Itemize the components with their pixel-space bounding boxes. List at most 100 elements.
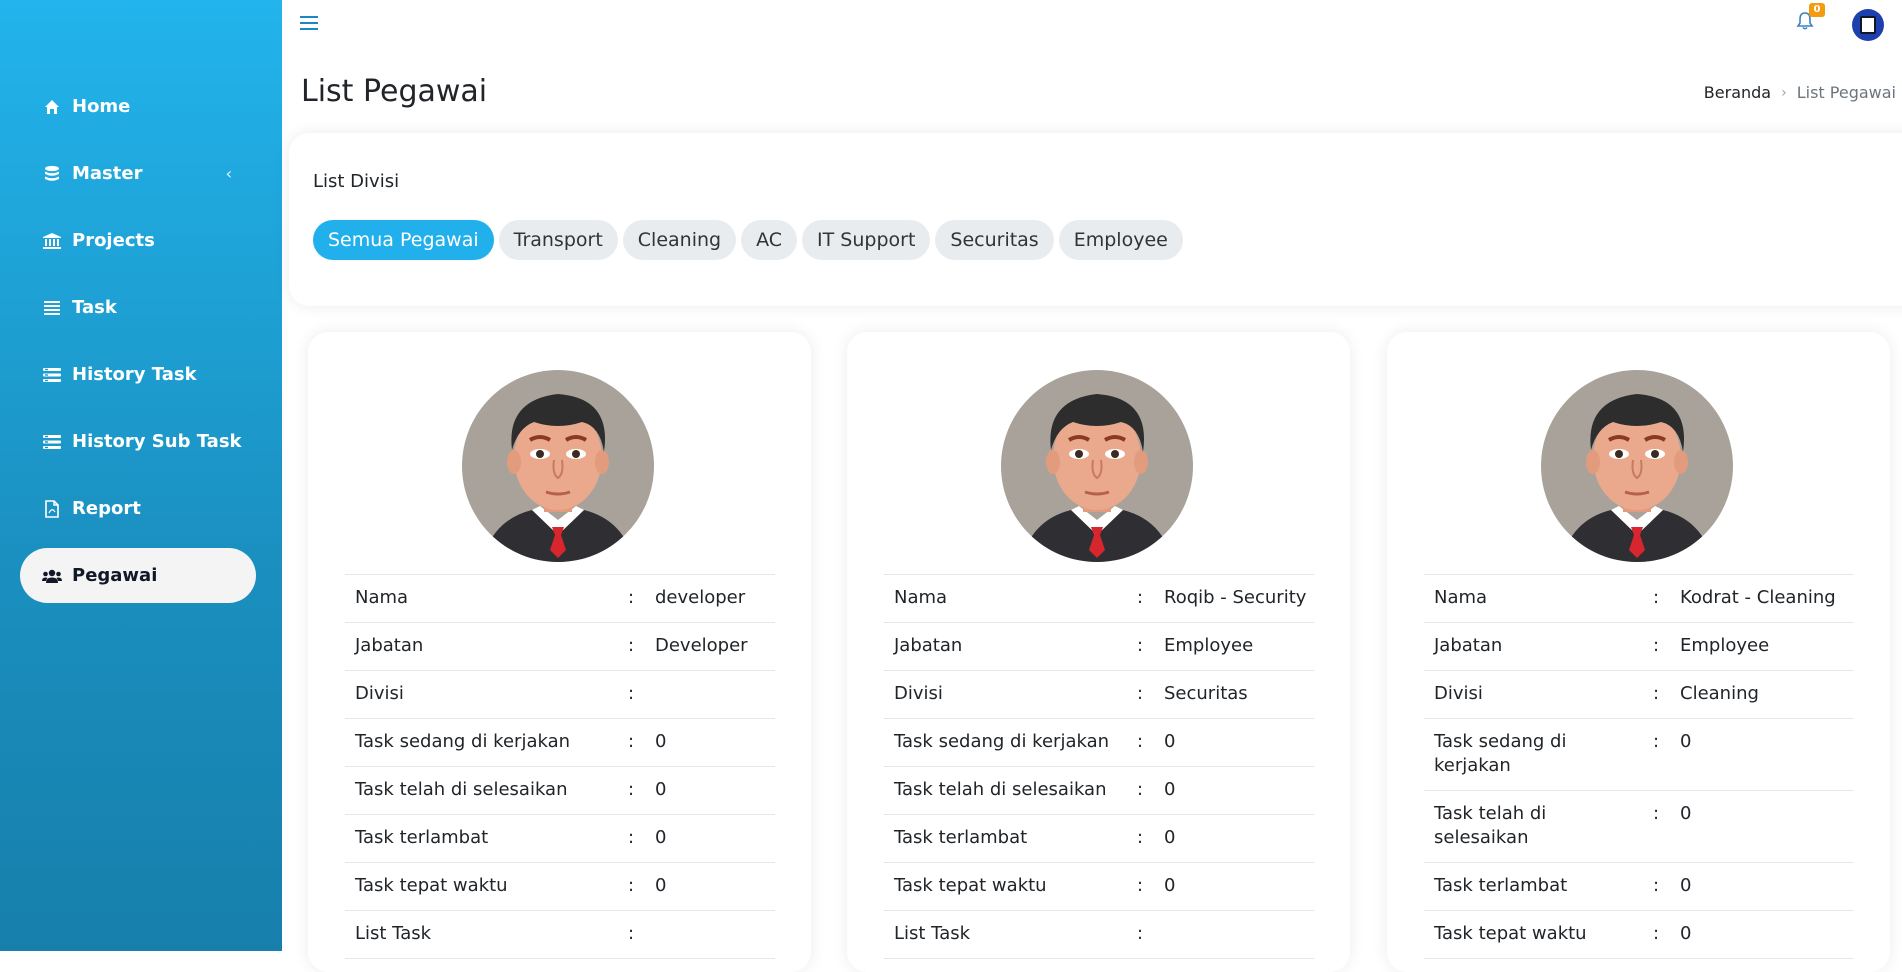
employee-card: Nama: Roqib - Security Jabatan: Employee Div…: [847, 332, 1350, 972]
employee-info-row: Task telah di selesaikan:0: [1424, 791, 1854, 863]
row-label: List Task: [894, 923, 971, 944]
history-list-icon: [42, 365, 62, 385]
sidebar-item-projects[interactable]: Projects: [20, 213, 256, 268]
row-separator: :: [627, 731, 635, 752]
row-label: Task tepat waktu: [894, 875, 1047, 896]
employee-info-row: Task telah di selesaikan:0: [345, 767, 775, 815]
row-label: Divisi: [1434, 683, 1483, 704]
row-value: 0: [1680, 803, 1692, 824]
employee-info-row: Task terlambat:0: [1424, 863, 1854, 911]
row-label: Divisi: [894, 683, 943, 704]
employee-info-row: Nama: Kodrat - Cleaning: [1424, 575, 1854, 623]
row-separator: :: [1652, 803, 1660, 824]
row-label: Jabatan: [894, 635, 963, 656]
database-icon: [42, 164, 62, 184]
row-label: Jabatan: [1434, 635, 1503, 656]
employee-info-row: List Task:: [884, 911, 1314, 959]
tab-ac[interactable]: AC: [741, 220, 798, 260]
row-separator: :: [1652, 731, 1660, 752]
employee-info-row: List Task:: [345, 911, 775, 959]
users-icon: [42, 566, 62, 586]
breadcrumb: Beranda › List Pegawai: [1704, 83, 1896, 102]
sidebar-item-label: Master: [72, 163, 143, 184]
row-label: Nama: [355, 587, 409, 608]
breadcrumb-home-link[interactable]: Beranda: [1704, 83, 1771, 102]
row-separator: :: [1136, 923, 1144, 944]
row-separator: :: [1652, 683, 1660, 704]
sidebar-item-task[interactable]: Task: [20, 280, 256, 335]
sidebar-item-label: Projects: [72, 230, 155, 251]
row-separator: :: [1136, 683, 1144, 704]
employee-info-row: Task sedang di kerjakan:0: [345, 719, 775, 767]
divisi-card: List Divisi Semua Pegawai Transport Clea…: [289, 133, 1902, 306]
row-separator: :: [1136, 827, 1144, 848]
employee-info-row: Divisi:: [345, 671, 775, 719]
row-value: Roqib - Security: [1164, 587, 1307, 608]
employee-info-table: Nama: Roqib - Security Jabatan: Employee Div…: [884, 574, 1314, 959]
row-value: 0: [1680, 923, 1692, 944]
row-separator: :: [627, 923, 635, 944]
row-value: 0: [1680, 731, 1692, 752]
row-separator: :: [1652, 923, 1660, 944]
chevron-left-icon: ‹: [225, 164, 232, 183]
sidebar-item-history-task[interactable]: History Task: [20, 347, 256, 402]
user-avatar[interactable]: [1852, 9, 1884, 41]
breadcrumb-current: List Pegawai: [1796, 83, 1896, 102]
chevron-right-icon: ›: [1781, 84, 1787, 101]
row-label: Jabatan: [355, 635, 424, 656]
row-label: Task tepat waktu: [1434, 923, 1587, 944]
row-value: [643, 922, 775, 946]
row-value: Securitas: [1164, 683, 1248, 704]
row-separator: :: [1652, 875, 1660, 896]
employee-info-row: Task sedang di kerjakan:0: [1424, 719, 1854, 791]
row-label: Task telah di selesaikan: [355, 779, 568, 800]
user-avatar-icon: [1860, 16, 1876, 34]
sidebar: Home Master ‹ Projects Task History Task…: [0, 0, 282, 951]
tab-cleaning[interactable]: Cleaning: [622, 220, 737, 260]
row-value: [1152, 922, 1314, 946]
employee-info-table: Nama: Kodrat - Cleaning Jabatan: Employee Di…: [1424, 574, 1854, 959]
row-value: 0: [1164, 875, 1176, 896]
employee-info-row: Jabatan: Developer: [345, 623, 775, 671]
sidebar-item-pegawai[interactable]: Pegawai: [20, 548, 256, 603]
row-value: 0: [655, 827, 667, 848]
row-separator: :: [627, 827, 635, 848]
sidebar-item-home[interactable]: Home: [20, 79, 256, 134]
employee-info-row: Nama: Roqib - Security: [884, 575, 1314, 623]
page-title: List Pegawai: [301, 74, 488, 109]
row-separator: :: [627, 683, 635, 704]
tab-it-support[interactable]: IT Support: [802, 220, 931, 260]
hamburger-menu-icon[interactable]: [300, 16, 318, 32]
row-value: Employee: [1164, 635, 1254, 656]
sidebar-item-history-sub-task[interactable]: History Sub Task: [20, 414, 256, 469]
employee-card: Nama: Kodrat - Cleaning Jabatan: Employee Di…: [1387, 332, 1890, 972]
row-label: Task telah di selesaikan: [1434, 803, 1547, 848]
sidebar-item-label: Task: [72, 297, 117, 318]
employee-info-row: Task sedang di kerjakan:0: [884, 719, 1314, 767]
home-icon: [42, 97, 62, 117]
row-value: developer: [655, 587, 746, 608]
row-value: 0: [1164, 827, 1176, 848]
row-label: Task sedang di kerjakan: [355, 731, 571, 752]
row-value: Developer: [655, 635, 748, 656]
sidebar-item-label: History Task: [72, 364, 197, 385]
employee-info-row: Task tepat waktu:0: [1424, 911, 1854, 959]
row-separator: :: [1136, 587, 1144, 608]
row-label: Task terlambat: [1434, 875, 1568, 896]
employee-info-row: Task terlambat:0: [345, 815, 775, 863]
employee-info-table: Nama: developer Jabatan: Developer Divisi: Ta…: [345, 574, 775, 959]
sidebar-item-label: History Sub Task: [72, 431, 242, 452]
sidebar-item-report[interactable]: Report: [20, 481, 256, 536]
tab-securitas[interactable]: Securitas: [935, 220, 1054, 260]
tab-transport[interactable]: Transport: [498, 220, 618, 260]
pdf-file-icon: [42, 499, 62, 519]
sidebar-item-master[interactable]: Master ‹: [20, 146, 256, 201]
row-label: Task sedang di kerjakan: [1434, 731, 1567, 776]
row-separator: :: [1136, 779, 1144, 800]
row-label: Task sedang di kerjakan: [894, 731, 1110, 752]
tab-semua-pegawai[interactable]: Semua Pegawai: [313, 220, 494, 260]
row-value: Cleaning: [1680, 683, 1759, 704]
divisi-title: List Divisi: [313, 171, 400, 192]
tab-employee[interactable]: Employee: [1058, 220, 1183, 260]
employee-card: Nama: developer Jabatan: Developer Divisi: Ta…: [308, 332, 811, 972]
